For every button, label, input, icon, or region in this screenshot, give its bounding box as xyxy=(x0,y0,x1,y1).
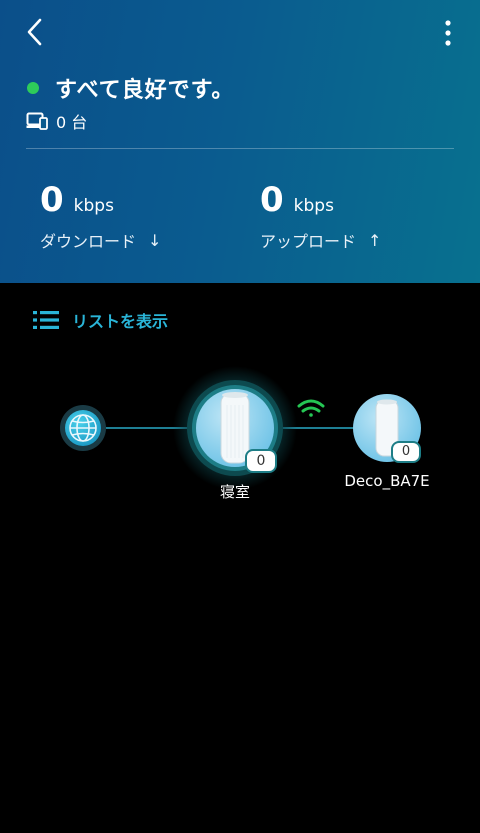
upload-value: 0 xyxy=(260,180,284,220)
devices-icon xyxy=(26,112,48,130)
list-icon xyxy=(33,311,59,329)
download-unit: kbps xyxy=(73,196,114,216)
divider xyxy=(26,148,454,149)
upload-stat: 0 kbps アップロード ↑ xyxy=(260,180,381,252)
show-list-button[interactable]: リストを表示 xyxy=(32,305,168,335)
satellite-node-client-badge: 0 xyxy=(391,441,421,463)
internet-node[interactable] xyxy=(60,405,106,451)
more-options-button[interactable] xyxy=(436,14,460,50)
deco-router-icon xyxy=(220,392,250,464)
arrow-down-icon: ↓ xyxy=(148,230,162,250)
arrow-up-icon: ↑ xyxy=(368,230,382,250)
download-label: ダウンロード xyxy=(40,232,137,251)
main-node-client-badge: 0 xyxy=(245,449,277,473)
satellite-node-name: Deco_BA7E xyxy=(344,472,430,490)
connected-devices[interactable]: 0 台 xyxy=(26,110,87,132)
network-topology: 0 0 寝室 Deco_BA7E xyxy=(0,360,480,520)
upload-label: アップロード xyxy=(260,232,357,251)
more-vertical-icon xyxy=(445,20,451,46)
status-indicator-dot xyxy=(27,82,39,94)
wifi-icon xyxy=(297,399,325,417)
status-header: すべて良好です。 0 台 0 kbps ダウンロード ↓ 0 kbps アップロ… xyxy=(0,0,480,283)
main-deco-node[interactable] xyxy=(173,366,297,490)
upload-unit: kbps xyxy=(293,196,334,216)
chevron-left-icon xyxy=(27,18,42,46)
status-text: すべて良好です。 xyxy=(55,78,235,103)
download-value: 0 xyxy=(40,180,64,220)
main-node-name: 寝室 xyxy=(219,483,250,501)
back-button[interactable] xyxy=(18,14,54,50)
network-status: すべて良好です。 xyxy=(27,70,234,106)
download-stat: 0 kbps ダウンロード ↓ xyxy=(40,180,161,252)
device-count: 0 台 xyxy=(56,113,88,132)
show-list-label: リストを表示 xyxy=(72,312,169,331)
